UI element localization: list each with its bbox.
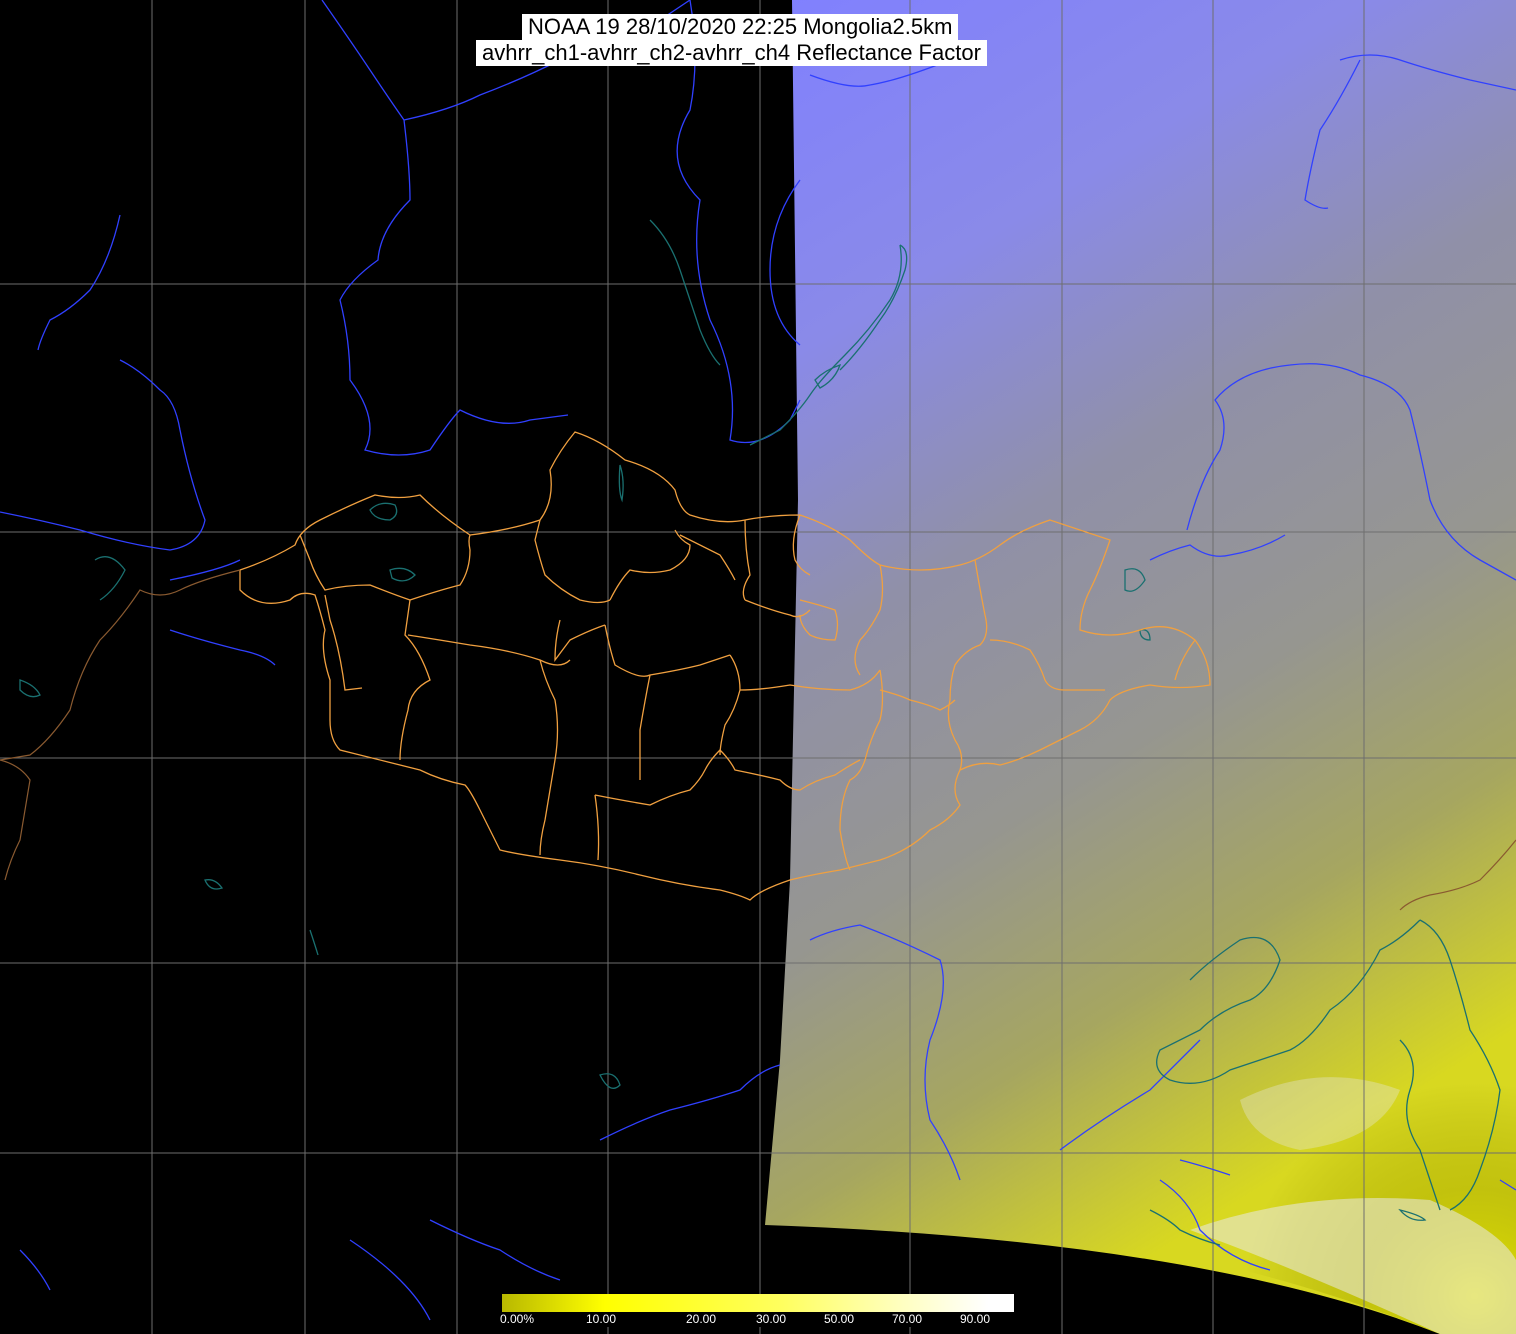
colorbar-label-4: 50.00 <box>822 1312 857 1327</box>
colorbar-label-1: 10.00 <box>584 1312 619 1327</box>
colorbar-label-5: 70.00 <box>890 1312 925 1327</box>
title-line-1: NOAA 19 28/10/2020 22:25 Mongolia2.5km <box>522 14 959 40</box>
colorbar <box>502 1294 1014 1312</box>
colorbar-label-6: 90.00 <box>958 1312 993 1327</box>
title-line-2: avhrr_ch1-avhrr_ch2-avhrr_ch4 Reflectanc… <box>476 40 987 66</box>
colorbar-label-2: 20.00 <box>684 1312 719 1327</box>
colorbar-label-3: 30.00 <box>754 1312 789 1327</box>
satellite-map <box>0 0 1516 1334</box>
colorbar-gradient <box>502 1294 1014 1312</box>
colorbar-label-0: 0.00% <box>498 1312 537 1327</box>
